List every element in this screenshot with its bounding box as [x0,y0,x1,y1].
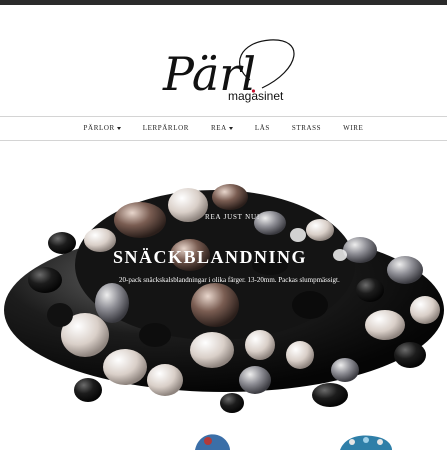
nav-item-strass[interactable]: STRASS [292,124,321,132]
site-logo[interactable]: Pärl magasinet [0,10,447,112]
nav-divider-bottom [0,140,447,141]
top-bar [0,0,447,5]
hero-banner[interactable]: REA JUST NU! SNÄCKBLANDNING 20-pack snäc… [0,145,447,425]
nav-item-lås[interactable]: LÅS [255,124,270,132]
caret-down-icon [228,126,233,130]
nav-item-label: STRASS [291,124,322,132]
hero-subtitle: 20-pack snäckskalsblandningar i olika fä… [119,276,340,284]
hero-kicker: REA JUST NU! [205,213,260,221]
nav-item-label: LERPÄRLOR [142,124,190,132]
nav-item-lerpärlor[interactable]: LERPÄRLOR [143,124,189,132]
product-thumbnails[interactable] [0,425,447,450]
nav-item-pärlor[interactable]: PÄRLOR [84,124,121,132]
nav-item-label: LÅS [254,124,270,132]
nav-item-label: WIRE [343,124,364,132]
nav-item-wire[interactable]: WIRE [343,124,363,132]
nav-item-label: PÄRLOR [83,124,115,132]
logo-dot [251,89,256,93]
logo-sub-text: magasinet [228,89,284,103]
main-nav: PÄRLOR LERPÄRLOR REA LÅS STRASS WIRE [0,117,447,139]
caret-down-icon [116,126,121,130]
nav-item-rea[interactable]: REA [211,124,233,132]
nav-item-label: REA [211,124,227,132]
product-row-preview [0,425,447,450]
hero-title[interactable]: SNÄCKBLANDNING [113,247,307,268]
beads-image [4,184,444,413]
